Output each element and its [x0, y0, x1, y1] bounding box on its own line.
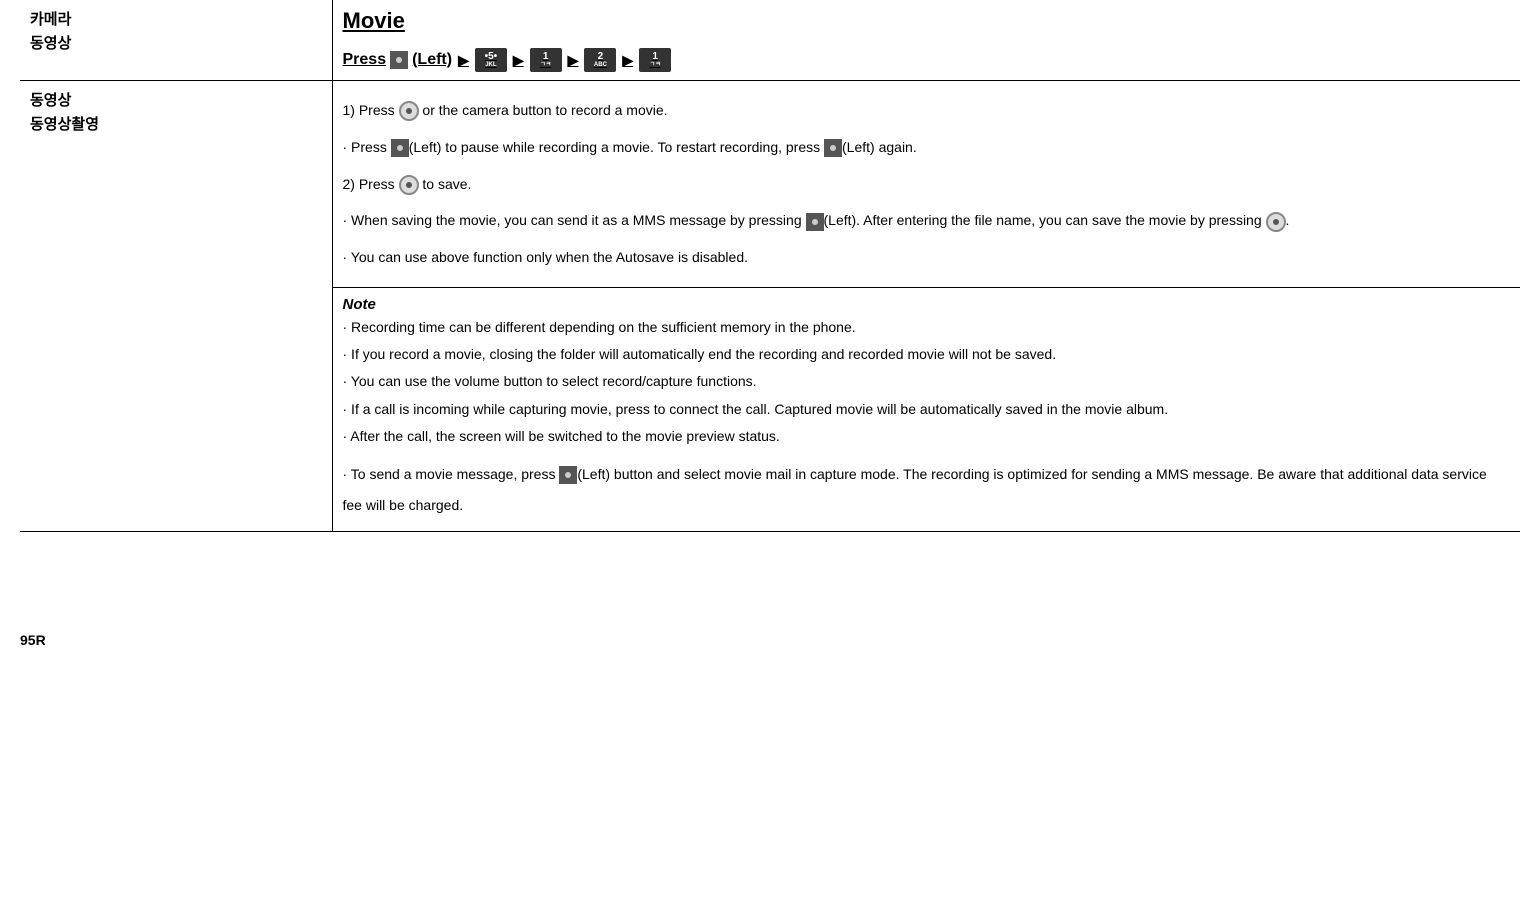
sidebar-movie2-label: 동영상: [30, 89, 322, 113]
arrow-icon: ▶: [458, 52, 469, 69]
step-2: 2) Press to save.: [343, 169, 1511, 200]
sidebar-cell-2: 동영상 동영상촬영: [20, 81, 332, 532]
step-1: 1) Press or the camera button to record …: [343, 95, 1511, 126]
record-button-icon: [391, 139, 409, 157]
note-1: · Recording time can be different depend…: [343, 315, 1511, 340]
record-button-icon: [559, 466, 577, 484]
ok-button-icon: [399, 175, 419, 195]
arrow-icon: ▶: [513, 52, 524, 69]
sidebar-cell-1: 카메라 동영상: [20, 0, 332, 81]
note-5: · After the call, the screen will be swi…: [343, 424, 1511, 449]
sidebar-recording-label: 동영상촬영: [30, 113, 322, 137]
press-label: Press: [343, 51, 387, 69]
record-button-icon: [806, 213, 824, 231]
sidebar-camera-label: 카메라: [30, 8, 322, 32]
record-button-icon: [824, 139, 842, 157]
note-4: · If a call is incoming while capturing …: [343, 397, 1511, 422]
note-6: · To send a movie message, press (Left) …: [343, 459, 1511, 521]
key-5-icon: •5•JKL: [475, 48, 507, 72]
left-label: (Left): [412, 51, 452, 69]
header-cell: Movie Press (Left) ▶ •5•JKL ▶ 1ㄱㅋ ▶ 2ABC…: [332, 0, 1520, 81]
autosave-note: · You can use above function only when t…: [343, 242, 1511, 273]
note-3: · You can use the volume button to selec…: [343, 369, 1511, 394]
note-title: Note: [343, 296, 1511, 313]
note-cell: Note · Recording time can be different d…: [332, 287, 1520, 531]
mms-instruction: · When saving the movie, you can send it…: [343, 205, 1511, 236]
key-1b-icon: 1ㄱㅋ: [639, 48, 671, 72]
ok-button-icon: [399, 101, 419, 121]
page-number: 95R: [20, 632, 1520, 648]
instructions-cell: 1) Press or the camera button to record …: [332, 81, 1520, 288]
arrow-icon: ▶: [622, 52, 633, 69]
sidebar-movie-label: 동영상: [30, 32, 322, 56]
key-2-icon: 2ABC: [584, 48, 616, 72]
manual-table: 카메라 동영상 Movie Press (Left) ▶ •5•JKL ▶ 1ㄱ…: [20, 0, 1520, 532]
page-title: Movie: [343, 8, 1511, 34]
note-2: · If you record a movie, closing the fol…: [343, 342, 1511, 367]
arrow-icon: ▶: [568, 52, 579, 69]
press-sequence: Press (Left) ▶ •5•JKL ▶ 1ㄱㅋ ▶ 2ABC ▶ 1ㄱㅋ: [343, 48, 1511, 72]
key-1-icon: 1ㄱㅋ: [530, 48, 562, 72]
pause-instruction: · Press (Left) to pause while recording …: [343, 132, 1511, 163]
record-button-icon: [390, 51, 408, 69]
ok-button-icon: [1266, 212, 1286, 232]
